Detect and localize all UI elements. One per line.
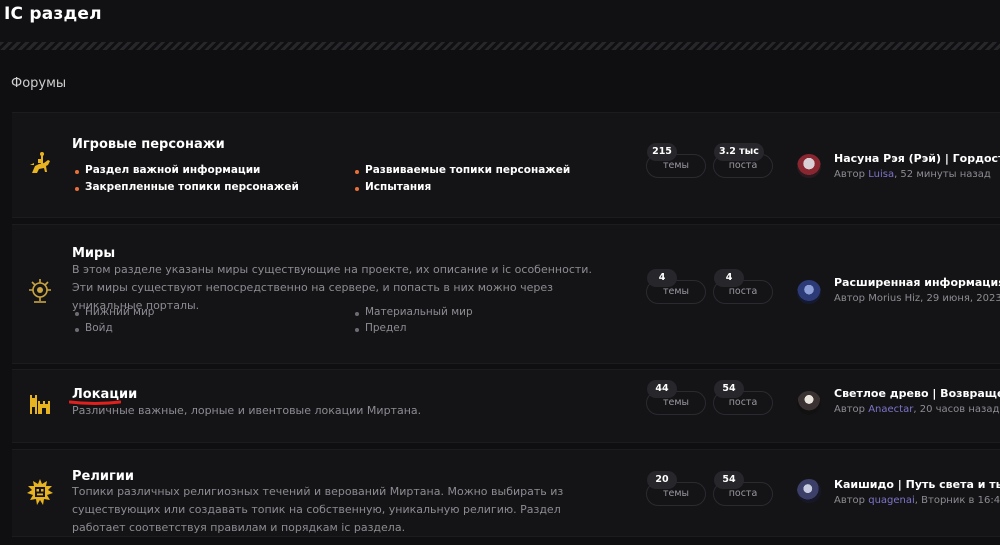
avatar[interactable] bbox=[797, 154, 821, 178]
subforum-link[interactable]: Испытания bbox=[352, 181, 431, 193]
post-time: , 20 часов назад bbox=[913, 404, 1000, 415]
header-divider bbox=[0, 42, 1000, 50]
topics-count: 20 bbox=[647, 471, 677, 489]
post-time: , Вторник в 16:41 bbox=[914, 495, 1000, 506]
last-post-title[interactable]: Светлое древо | Возвращение bbox=[834, 387, 1000, 400]
posts-label: поста bbox=[728, 397, 758, 408]
subforum-link[interactable]: Закрепленные топики персонажей bbox=[72, 181, 299, 193]
last-post-title[interactable]: Насуна Рэя (Рэй) | Гордость bbox=[834, 152, 1000, 165]
topics-count: 215 bbox=[647, 143, 677, 161]
topics-stat: 4 темы bbox=[646, 269, 706, 304]
posts-stat: 54 поста bbox=[713, 471, 773, 506]
subforum-link[interactable]: Развиваемые топики персонажей bbox=[352, 164, 570, 176]
author-prefix: Автор bbox=[834, 495, 866, 506]
avatar[interactable] bbox=[797, 280, 821, 304]
forum-title[interactable]: Игровые персонажи bbox=[72, 137, 225, 152]
last-post-meta: Автор Luisa, 52 минуты назад bbox=[834, 169, 991, 180]
posts-stat: 3.2 тыс поста bbox=[713, 143, 773, 178]
last-post-meta: Автор Anaectar, 20 часов назад bbox=[834, 404, 999, 415]
sun-idol-icon bbox=[26, 478, 54, 506]
subforum-link[interactable]: Нижний мир bbox=[72, 306, 154, 318]
posts-count: 54 bbox=[714, 471, 744, 489]
castle-icon bbox=[26, 390, 54, 418]
avatar[interactable] bbox=[797, 391, 821, 415]
forum-description: Топики различных религиозных течений и в… bbox=[72, 485, 564, 534]
last-post-title[interactable]: Каишидо | Путь света и тьмы bbox=[834, 478, 1000, 491]
last-post-meta: Автор quagenai, Вторник в 16:41 bbox=[834, 495, 1000, 506]
forum-row-characters: Игровые персонажи Раздел важной информац… bbox=[12, 112, 1000, 218]
page-header: IC раздел bbox=[0, 0, 1000, 42]
topics-label: темы bbox=[662, 397, 690, 408]
annotation-underline bbox=[69, 400, 121, 405]
subforum-link[interactable]: Раздел важной информации bbox=[72, 164, 260, 176]
author-prefix: Автор bbox=[834, 293, 866, 304]
topics-stat: 215 темы bbox=[646, 143, 706, 178]
topics-label: темы bbox=[662, 286, 690, 297]
posts-label: поста bbox=[728, 286, 758, 297]
posts-stat: 54 поста bbox=[713, 380, 773, 415]
posts-stat: 4 поста bbox=[713, 269, 773, 304]
subforum-link[interactable]: Войд bbox=[72, 322, 113, 334]
subforum-link[interactable]: Материальный мир bbox=[352, 306, 473, 318]
last-post-meta: Автор Morius Hiz, 29 июня, 2023 bbox=[834, 293, 1000, 304]
posts-count: 3.2 тыс bbox=[714, 143, 764, 161]
author-link[interactable]: Morius Hiz bbox=[868, 293, 920, 304]
posts-label: поста bbox=[728, 488, 758, 499]
portal-icon bbox=[26, 277, 54, 305]
forum-title[interactable]: Религии bbox=[72, 469, 134, 484]
forum-row-locations: Локации Различные важные, лорные и ивент… bbox=[12, 369, 1000, 443]
topics-stat: 44 темы bbox=[646, 380, 706, 415]
posts-label: поста bbox=[728, 160, 758, 171]
knight-horse-icon bbox=[26, 151, 54, 179]
author-prefix: Автор bbox=[834, 404, 866, 415]
forum-row-religions: Религии Топики различных религиозных теч… bbox=[12, 449, 1000, 537]
forum-title[interactable]: Миры bbox=[72, 246, 115, 261]
posts-count: 54 bbox=[714, 380, 744, 398]
topics-count: 4 bbox=[647, 269, 677, 287]
section-label: Форумы bbox=[11, 76, 67, 91]
post-time: , 52 минуты назад bbox=[894, 169, 991, 180]
post-time: , 29 июня, 2023 bbox=[920, 293, 1000, 304]
posts-count: 4 bbox=[714, 269, 744, 287]
avatar[interactable] bbox=[797, 479, 821, 503]
page-title: IC раздел bbox=[4, 4, 102, 24]
author-link[interactable]: Anaectar bbox=[868, 404, 913, 415]
topics-stat: 20 темы bbox=[646, 471, 706, 506]
forum-description: Различные важные, лорные и ивентовые лок… bbox=[72, 404, 422, 417]
author-link[interactable]: quagenai bbox=[868, 495, 915, 506]
subforum-link[interactable]: Предел bbox=[352, 322, 406, 334]
topics-count: 44 bbox=[647, 380, 677, 398]
author-prefix: Автор bbox=[834, 169, 866, 180]
forum-row-worlds: Миры В этом разделе указаны миры существ… bbox=[12, 224, 1000, 364]
topics-label: темы bbox=[662, 488, 690, 499]
author-link[interactable]: Luisa bbox=[868, 169, 894, 180]
last-post-title[interactable]: Расширенная информация bbox=[834, 276, 1000, 289]
topics-label: темы bbox=[662, 160, 690, 171]
